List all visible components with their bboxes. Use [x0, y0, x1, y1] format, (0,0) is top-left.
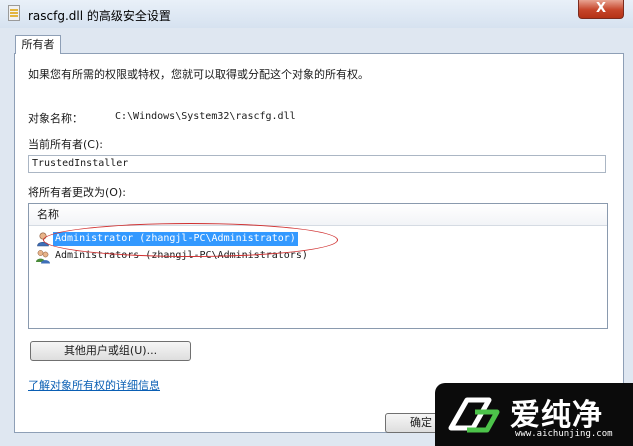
object-name-value: C:\Windows\System32\rascfg.dll [115, 111, 296, 122]
watermark-text: 爱纯净 [510, 398, 603, 433]
current-owner-label: 当前所有者(C): [28, 138, 103, 151]
learn-more-link[interactable]: 了解对象所有权的详细信息 [28, 377, 160, 393]
window-title: rascfg.dll 的高级安全设置 [28, 9, 171, 23]
watermark: 爱纯净 www.aichunjing.com [435, 383, 633, 446]
watermark-logo-icon [448, 397, 500, 433]
close-button[interactable]: X [578, 0, 624, 19]
title-bar: rascfg.dll 的高级安全设置 X [0, 0, 633, 28]
list-item-label: Administrators (zhangjl-PC\Administrator… [55, 250, 308, 261]
owner-list[interactable]: 名称 Administrator (zhangjl-PC\Administrat… [28, 203, 608, 329]
tab-owner[interactable]: 所有者 [15, 35, 61, 54]
list-item-label: Administrator (zhangjl-PC\Administrator) [53, 232, 298, 246]
list-header-name[interactable]: 名称 [29, 204, 607, 226]
user-icon [37, 232, 49, 247]
group-icon [36, 250, 50, 264]
change-owner-label: 将所有者更改为(O): [28, 186, 126, 199]
object-name-label: 对象名称： [28, 112, 83, 125]
file-icon [8, 5, 20, 21]
other-users-button[interactable]: 其他用户或组(U)... [30, 341, 191, 361]
watermark-url: www.aichunjing.com [515, 429, 613, 439]
intro-text: 如果您有所需的权限或特权，您就可以取得或分配这个对象的所有权。 [28, 68, 369, 81]
current-owner-field[interactable]: TrustedInstaller [28, 155, 606, 173]
